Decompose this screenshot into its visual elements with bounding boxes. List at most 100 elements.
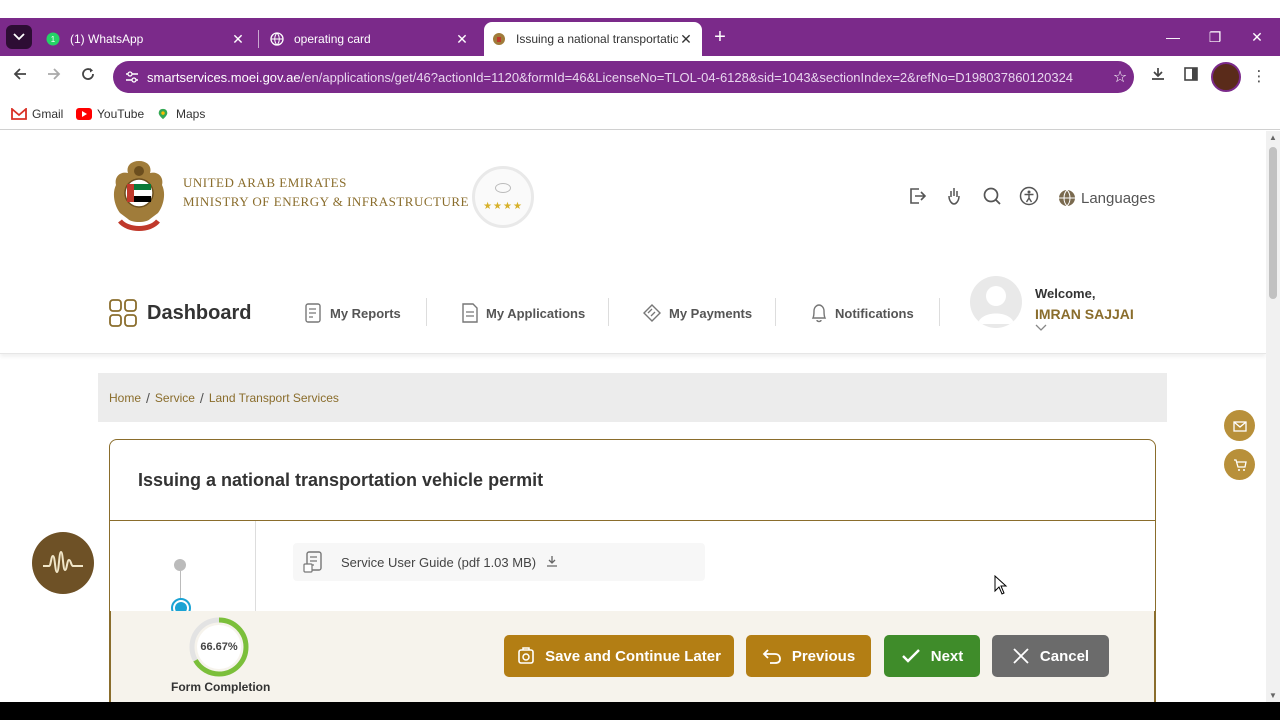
breadcrumb-land-transport[interactable]: Land Transport Services bbox=[209, 391, 339, 405]
nav-my-payments[interactable]: My Payments bbox=[641, 302, 752, 324]
tab-separator bbox=[258, 30, 259, 48]
browser-toolbar: smartservices.moei.gov.ae/en/application… bbox=[0, 56, 1280, 98]
save-continue-later-button[interactable]: Save and Continue Later bbox=[504, 635, 734, 677]
user-name: IMRAN SAJJAI bbox=[1035, 306, 1134, 322]
side-panel-icon[interactable] bbox=[1180, 66, 1202, 88]
youtube-icon bbox=[76, 108, 92, 120]
government-stars-seal: ★★★★ bbox=[472, 166, 534, 228]
document-icon bbox=[303, 551, 322, 573]
breadcrumb-service[interactable]: Service bbox=[155, 391, 195, 405]
user-avatar[interactable] bbox=[970, 276, 1022, 328]
tab-whatsapp[interactable]: 1 (1) WhatsApp ✕ bbox=[38, 22, 254, 56]
sign-language-icon[interactable] bbox=[942, 186, 966, 210]
tab-close-icon[interactable]: ✕ bbox=[454, 31, 470, 48]
breadcrumb-separator: / bbox=[199, 389, 204, 406]
nav-label: My Applications bbox=[486, 305, 586, 321]
more-menu-icon[interactable]: ⋮ bbox=[1248, 66, 1270, 88]
nav-my-applications[interactable]: My Applications bbox=[460, 302, 585, 324]
user-welcome[interactable]: Welcome, IMRAN SAJJAI bbox=[1035, 284, 1134, 324]
applications-icon bbox=[462, 303, 478, 323]
nav-separator bbox=[608, 298, 609, 326]
seal-stars: ★★★★ bbox=[483, 200, 523, 212]
next-label: Next bbox=[930, 647, 964, 665]
nav-separator bbox=[426, 298, 427, 326]
previous-button[interactable]: Previous bbox=[746, 635, 871, 677]
new-tab-button[interactable]: + bbox=[709, 26, 731, 48]
scroll-up-arrow-icon[interactable]: ▲ bbox=[1268, 133, 1278, 142]
previous-label: Previous bbox=[791, 647, 856, 665]
cart-icon bbox=[1233, 458, 1247, 471]
uae-emblem-icon bbox=[492, 32, 506, 46]
bookmark-star-icon[interactable]: ☆ bbox=[1106, 67, 1134, 87]
profile-avatar[interactable] bbox=[1211, 62, 1241, 92]
welcome-label: Welcome, bbox=[1035, 286, 1096, 301]
back-button[interactable] bbox=[9, 66, 31, 88]
tab-close-icon[interactable]: ✕ bbox=[230, 31, 246, 48]
breadcrumb-home[interactable]: Home bbox=[109, 391, 141, 405]
download-icon[interactable] bbox=[1147, 66, 1169, 88]
chatbot-wave-icon bbox=[43, 550, 83, 574]
tab-close-icon[interactable]: ✕ bbox=[678, 31, 694, 48]
cancel-label: Cancel bbox=[1039, 647, 1090, 665]
cancel-button[interactable]: Cancel bbox=[992, 635, 1109, 677]
site-info-icon[interactable] bbox=[123, 68, 141, 86]
bookmark-maps[interactable]: Maps bbox=[155, 104, 205, 124]
chevron-down-icon[interactable] bbox=[1035, 324, 1047, 335]
address-bar[interactable]: smartservices.moei.gov.ae/en/application… bbox=[113, 61, 1134, 93]
uae-emblem-logo[interactable] bbox=[108, 157, 170, 235]
tab-operating-card[interactable]: operating card ✕ bbox=[262, 22, 478, 56]
ministry-line-2: MINISTRY OF ENERGY & INFRASTRUCTURE bbox=[183, 194, 469, 209]
minimize-button[interactable]: — bbox=[1152, 18, 1194, 56]
arrow-right-icon bbox=[48, 68, 61, 80]
main-navigation: Dashboard My Reports My Applications My … bbox=[0, 276, 1266, 354]
whatsapp-icon: 1 bbox=[46, 32, 60, 46]
url-path: /en/applications/get/46?actionId=1120&fo… bbox=[300, 69, 1074, 85]
search-icon[interactable] bbox=[980, 186, 1004, 210]
ministry-name: UNITED ARAB EMIRATES MINISTRY OF ENERGY … bbox=[183, 173, 469, 211]
restore-button[interactable]: ❐ bbox=[1194, 18, 1236, 56]
browser-chrome: 1 (1) WhatsApp ✕ operating card ✕ Issuin… bbox=[0, 0, 1280, 131]
bookmark-label: Maps bbox=[176, 107, 206, 121]
scrollbar-thumb[interactable] bbox=[1269, 147, 1277, 299]
nav-notifications[interactable]: Notifications bbox=[809, 302, 914, 324]
forward-button[interactable] bbox=[43, 66, 65, 88]
bookmark-gmail[interactable]: Gmail bbox=[11, 104, 63, 124]
card-divider bbox=[110, 520, 1155, 521]
logout-icon[interactable] bbox=[905, 186, 929, 210]
scroll-down-arrow-icon[interactable]: ▼ bbox=[1268, 691, 1278, 700]
bookmark-youtube[interactable]: YouTube bbox=[76, 104, 144, 124]
mail-fab-button[interactable] bbox=[1224, 410, 1255, 441]
tab-title: (1) WhatsApp bbox=[70, 32, 144, 46]
bookmark-label: Gmail bbox=[32, 107, 64, 121]
checkmark-icon bbox=[901, 648, 921, 664]
nav-label: My Payments bbox=[669, 305, 753, 321]
form-action-bar: 66.67% Form Completion Save and Continue… bbox=[110, 611, 1155, 702]
breadcrumb: Home / Service / Land Transport Services bbox=[98, 373, 1167, 422]
accessibility-icon[interactable] bbox=[1017, 186, 1041, 210]
download-icon[interactable] bbox=[546, 555, 558, 570]
languages-button[interactable]: Languages bbox=[1058, 186, 1155, 210]
reload-button[interactable] bbox=[77, 66, 99, 88]
progress-caption: Form Completion bbox=[171, 680, 271, 694]
next-button[interactable]: Next bbox=[884, 635, 980, 677]
form-title: Issuing a national transportation vehicl… bbox=[138, 470, 544, 490]
url-text: smartservices.moei.gov.ae/en/application… bbox=[147, 70, 1106, 85]
close-window-button[interactable]: ✕ bbox=[1236, 18, 1278, 56]
undo-arrow-icon bbox=[762, 648, 782, 664]
globe-icon bbox=[270, 32, 284, 46]
save-icon bbox=[517, 647, 535, 665]
languages-label: Languages bbox=[1081, 189, 1156, 207]
step-indicator-completed[interactable] bbox=[174, 559, 186, 571]
service-user-guide-link[interactable]: Service User Guide (pdf 1.03 MB) bbox=[293, 543, 705, 581]
dashboard-label: Dashboard bbox=[147, 301, 252, 324]
cart-fab-button[interactable] bbox=[1224, 449, 1255, 480]
dashboard-link[interactable]: Dashboard bbox=[109, 299, 251, 327]
reload-icon bbox=[82, 68, 94, 80]
tab-issuing-permit[interactable]: Issuing a national transportatio ✕ bbox=[484, 22, 702, 56]
nav-my-reports[interactable]: My Reports bbox=[304, 302, 401, 324]
globe-icon bbox=[1059, 189, 1075, 207]
chatbot-fab-button[interactable] bbox=[32, 532, 94, 594]
nav-separator bbox=[939, 298, 940, 326]
page-scrollbar[interactable]: ▲ ▼ bbox=[1266, 131, 1280, 702]
tab-search-button[interactable] bbox=[6, 25, 32, 49]
